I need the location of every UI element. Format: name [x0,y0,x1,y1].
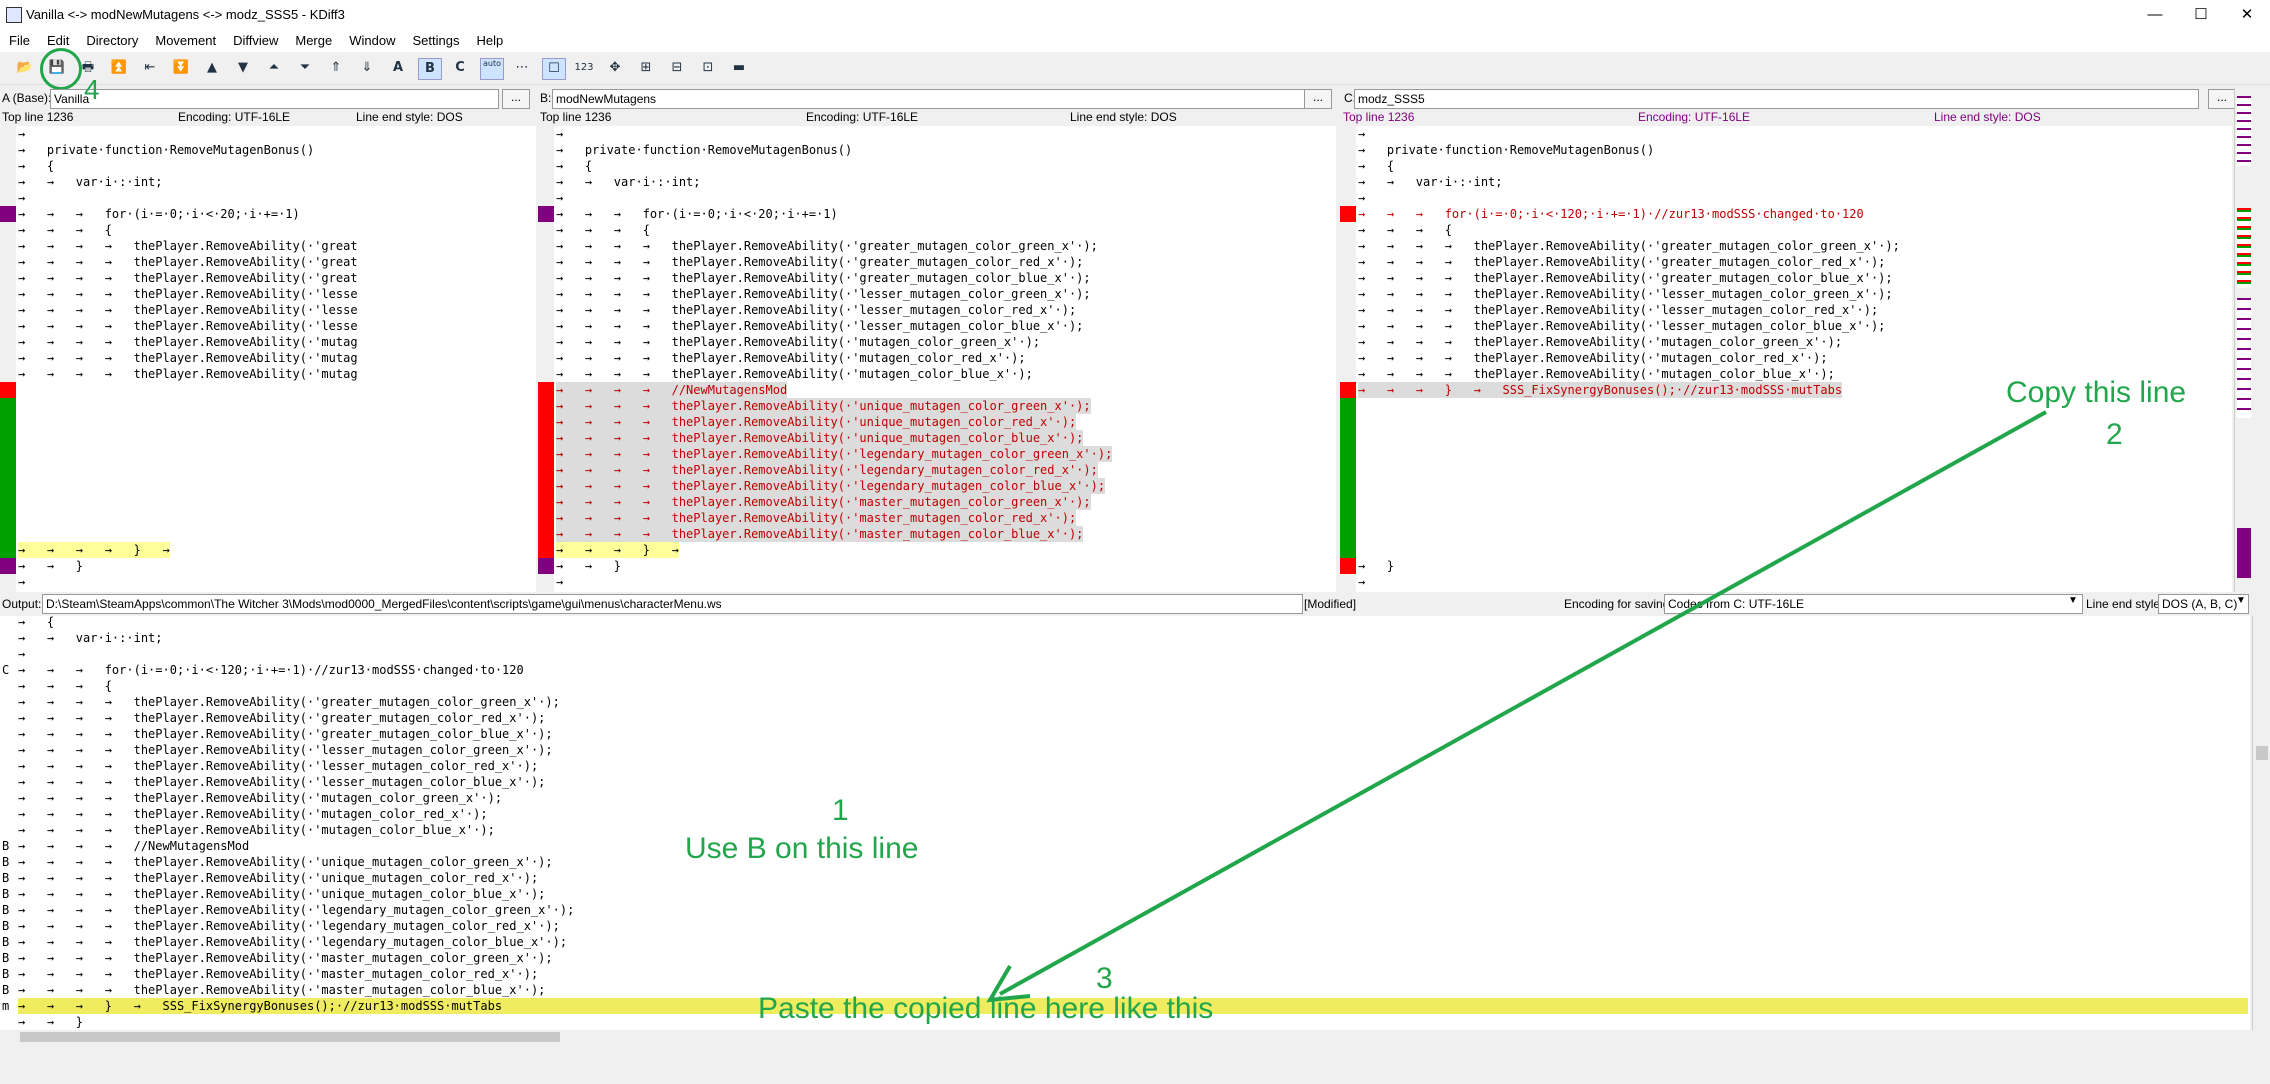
annotation-arrow [986,410,2047,1003]
annotation-paste-number: 3 [1096,962,1113,995]
annotation-copy-number: 2 [2106,418,2123,451]
annotation-use-b-number: 1 [832,794,849,827]
annotation-use-b-label: Use B on this line [685,832,919,865]
annotation-paste-label: Paste the copied line here like this [758,992,1214,1025]
annotation-copy-label: Copy this line [2006,376,2187,409]
annotation-save-number: 4 [84,74,100,105]
